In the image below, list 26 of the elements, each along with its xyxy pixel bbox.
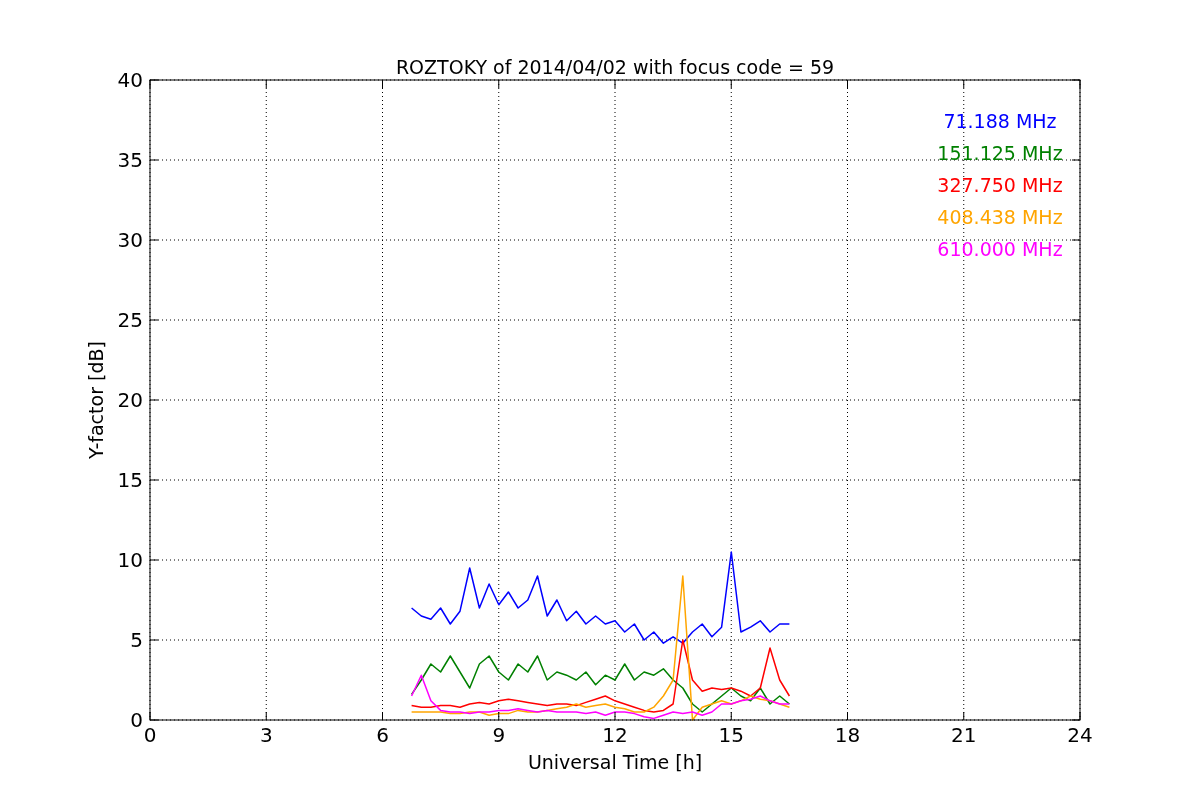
tick-label: 3	[259, 723, 273, 747]
y-axis-label: Y-factor [dB]	[85, 341, 107, 459]
tick-label: 0	[130, 708, 143, 732]
legend-label: 71.188 MHz	[943, 110, 1057, 132]
legend-label: 610.000 MHz	[937, 238, 1063, 260]
tick-label: 12	[602, 723, 628, 747]
tick-label: 5	[130, 628, 143, 652]
tick-label: 21	[951, 723, 977, 747]
tick-label: 24	[1067, 723, 1093, 747]
tick-label: 30	[117, 228, 143, 252]
chart-title: ROZTOKY of 2014/04/02 with focus code = 59	[395, 56, 835, 78]
tick-label: 25	[117, 308, 143, 332]
tick-label: 18	[834, 723, 861, 747]
tick-label: 40	[117, 68, 143, 92]
tick-label: 15	[718, 723, 744, 747]
legend-label: 151.125 MHz	[937, 142, 1063, 164]
tick-label: 20	[117, 388, 143, 412]
legend-label: 408.438 MHz	[937, 206, 1063, 228]
tick-label: 15	[117, 468, 143, 492]
tick-label: 9	[492, 723, 506, 747]
legend-label: 327.750 MHz	[937, 174, 1063, 196]
tick-label: 10	[117, 548, 143, 572]
tick-label: 35	[117, 148, 143, 172]
x-axis-label: Universal Time [h]	[527, 751, 703, 773]
tick-label: 6	[376, 723, 389, 747]
tick-label: 0	[143, 723, 157, 747]
